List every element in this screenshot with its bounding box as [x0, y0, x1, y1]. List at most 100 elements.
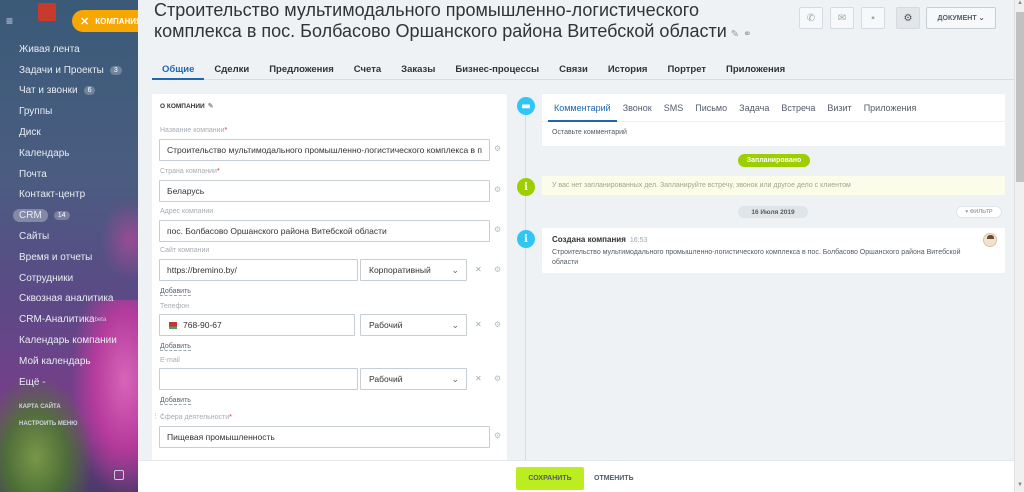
activity-tab[interactable]: SMS — [658, 94, 690, 122]
sidebar-item[interactable]: Сайты — [0, 226, 138, 247]
sidebar-item[interactable]: Сквозная аналитика — [0, 289, 138, 310]
activity-editor: Комментарий Звонок SMS Письмо Задача Встреча В… — [542, 94, 1005, 146]
chevron-down-icon: ⌄ — [451, 374, 459, 384]
activity-tab[interactable]: Комментарий — [548, 94, 617, 122]
save-button[interactable]: СОХРАНИТЬ — [516, 467, 584, 490]
counter-badge: 14 — [53, 211, 70, 221]
sidebar-item-label: Группы — [19, 106, 53, 118]
scroll-down-arrow-icon[interactable]: ▼ — [1016, 482, 1024, 492]
date-badge: 16 Июля 2019 — [738, 206, 808, 218]
chevron-down-icon: ⌄ — [978, 15, 985, 22]
section-title: О КОМПАНИИ ✎ — [160, 102, 214, 110]
add-phone-link[interactable]: Добавить — [160, 343, 191, 351]
email-input[interactable] — [159, 368, 358, 390]
edit-section-pencil-icon[interactable]: ✎ — [208, 103, 214, 110]
required-marker: * — [224, 127, 228, 134]
sidebar-item-label: Мой календарь — [19, 355, 91, 367]
sidebar-item-label: CRM — [13, 209, 48, 223]
cancel-button[interactable]: ОТМЕНИТЬ — [594, 467, 634, 490]
sidebar-item[interactable]: Мой календарь — [0, 351, 138, 372]
sidebar-item[interactable]: Сотрудники — [0, 268, 138, 289]
field-settings-gear-icon[interactable]: ⚙ — [494, 431, 501, 440]
drag-handle-icon[interactable]: ⋮⋮ — [152, 412, 166, 420]
field-settings-gear-icon[interactable]: ⚙ — [494, 320, 501, 329]
field-settings-gear-icon[interactable]: ⚙ — [494, 144, 501, 153]
phone-icon[interactable]: ✆ — [799, 7, 823, 29]
email-type-select[interactable]: Рабочий ⌄ — [360, 368, 467, 390]
field-settings-gear-icon[interactable]: ⚙ — [494, 225, 501, 234]
sidebar-item[interactable]: CRM-Аналитика beta — [0, 309, 138, 330]
sidebar-item[interactable]: Чат и звонки 6 — [0, 81, 138, 102]
section-title-text: О КОМПАНИИ — [160, 103, 205, 110]
scrollbar-thumb[interactable] — [1016, 12, 1024, 182]
entity-tab[interactable]: Общие — [152, 52, 205, 80]
sidebar-item[interactable]: Контакт-центр — [0, 185, 138, 206]
company-site-input[interactable]: https://bremino.by/ — [159, 259, 358, 281]
sidebar-item[interactable]: Живая лента — [0, 39, 138, 60]
remove-field-icon[interactable]: ✕ — [475, 374, 482, 383]
entity-tab[interactable]: Заказы — [391, 52, 445, 80]
phone-input[interactable]: 768-90-67 — [159, 314, 355, 336]
entity-tab[interactable]: Приложения — [716, 52, 795, 80]
hamburger-menu-icon[interactable]: ≡ — [6, 14, 13, 28]
activity-tab[interactable]: Звонок — [617, 94, 658, 122]
sidebar-item[interactable]: Группы — [0, 101, 138, 122]
mail-icon[interactable]: ✉ — [830, 7, 854, 29]
industry-label-text: Сфера деятельности — [160, 414, 230, 421]
activity-tab[interactable]: Визит — [821, 94, 857, 122]
comment-input[interactable]: Оставьте комментарий — [542, 122, 1005, 143]
entity-tab[interactable]: Бизнес-процессы — [445, 52, 549, 80]
industry-label: Сфера деятельности* — [160, 414, 232, 421]
entity-tab[interactable]: Предложения — [259, 52, 344, 80]
sidebar-item[interactable]: Календарь — [0, 143, 138, 164]
edit-pencil-icon[interactable]: ✎ — [731, 29, 739, 40]
link-icon[interactable]: ⚭ — [743, 29, 751, 40]
required-marker: * — [229, 414, 232, 421]
phone-type-select[interactable]: Рабочий ⌄ — [360, 314, 467, 336]
sidebar-item[interactable]: Время и отчеты — [0, 247, 138, 268]
sidebar-item[interactable]: Ещё - — [0, 372, 138, 393]
entity-tab[interactable]: Счета — [344, 52, 391, 80]
entity-tab[interactable]: История — [598, 52, 658, 80]
activity-tab[interactable]: Письмо — [689, 94, 733, 122]
remove-field-icon[interactable]: ✕ — [475, 265, 482, 274]
entity-tab[interactable]: Связи — [549, 52, 598, 80]
filter-button[interactable]: ▾ ФИЛЬТР — [956, 206, 1002, 218]
company-slider-close-button[interactable]: ✕ КОМПАНИЯ — [72, 10, 138, 32]
remove-field-icon[interactable]: ✕ — [475, 320, 482, 329]
activity-tab[interactable]: Встреча — [775, 94, 821, 122]
field-settings-gear-icon[interactable]: ⚙ — [494, 185, 501, 194]
add-site-link[interactable]: Добавить — [160, 288, 191, 296]
event-title: Создана компания — [552, 235, 626, 244]
site-type-select[interactable]: Корпоративный ⌄ — [360, 259, 467, 281]
avatar[interactable] — [983, 233, 997, 247]
page-scrollbar[interactable]: ▲ ▼ — [1014, 0, 1024, 492]
add-email-link[interactable]: Добавить — [160, 397, 191, 405]
company-address-input[interactable]: пос. Болбасово Оршанского района Витебск… — [159, 220, 490, 242]
site-map-link[interactable]: КАРТА САЙТА — [0, 399, 138, 416]
scroll-up-arrow-icon[interactable]: ▲ — [1016, 0, 1024, 10]
entity-tab[interactable]: Сделки — [204, 52, 259, 80]
company-country-input[interactable]: Беларусь — [159, 180, 490, 202]
collapse-sidebar-icon[interactable] — [114, 470, 124, 480]
sidebar-item[interactable]: Задачи и Проекты 3 — [0, 60, 138, 81]
industry-input[interactable]: Пищевая промышленность — [159, 426, 490, 448]
sidebar-item[interactable]: Диск — [0, 122, 138, 143]
sidebar-item-label: Календарь компании — [19, 335, 117, 347]
info-icon: i — [517, 230, 535, 248]
activity-tab[interactable]: Задача — [733, 94, 775, 122]
sidebar-item[interactable]: Календарь компании — [0, 330, 138, 351]
field-settings-gear-icon[interactable]: ⚙ — [494, 265, 501, 274]
document-button[interactable]: ДОКУМЕНТ ⌄ — [926, 7, 996, 29]
activity-tab[interactable]: Приложения — [858, 94, 923, 122]
chat-icon[interactable]: ▪ — [861, 7, 885, 29]
setup-menu-link[interactable]: НАСТРОИТЬ МЕНЮ — [0, 416, 138, 433]
entity-tab[interactable]: Портрет — [657, 52, 716, 80]
close-icon[interactable]: ✕ — [80, 15, 89, 28]
settings-gear-button[interactable]: ⚙ — [896, 7, 920, 29]
sidebar-item[interactable]: CRM 14 — [0, 205, 138, 226]
company-name-input[interactable]: Строительство мультимодального промышлен… — [159, 139, 490, 161]
sidebar-item[interactable]: Почта — [0, 164, 138, 185]
belarus-flag-icon[interactable] — [167, 321, 177, 329]
field-settings-gear-icon[interactable]: ⚙ — [494, 374, 501, 383]
